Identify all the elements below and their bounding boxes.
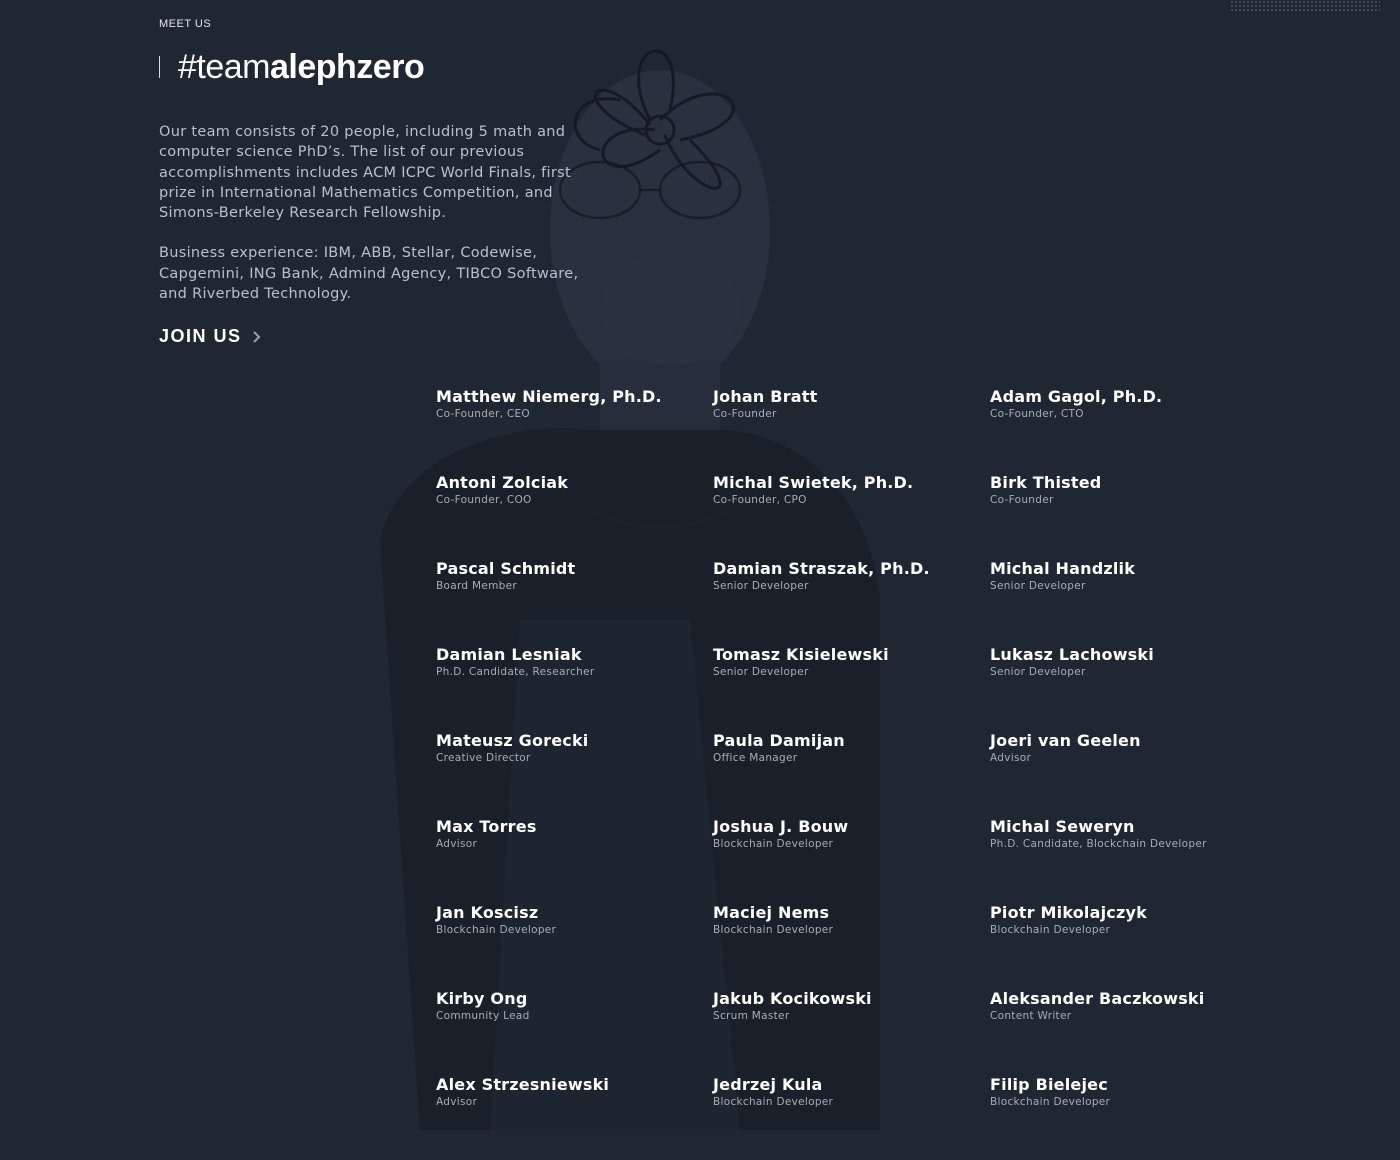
member-role: Senior Developer xyxy=(713,666,809,678)
title-light-part: #team xyxy=(178,48,271,86)
member-name: Aleksander Baczkowski xyxy=(990,989,1205,1008)
team-member: Alex Strzesniewski Advisor xyxy=(436,1074,713,1160)
member-name: Jan Koscisz xyxy=(436,903,539,922)
team-member: Maciej Nems Blockchain Developer xyxy=(713,902,990,988)
member-role: Office Manager xyxy=(713,752,798,764)
member-role: Community Lead xyxy=(436,1010,530,1022)
join-us-link[interactable]: JOIN US xyxy=(159,326,262,347)
member-name: Filip Bielejec xyxy=(990,1075,1108,1094)
member-name: Michal Seweryn xyxy=(990,817,1135,836)
member-name: Alex Strzesniewski xyxy=(436,1075,610,1094)
member-role: Co-Founder xyxy=(990,494,1054,506)
member-role: Co-Founder xyxy=(713,408,777,420)
member-name: Maciej Nems xyxy=(713,903,830,922)
team-member: Michal Seweryn Ph.D. Candidate, Blockchai… xyxy=(990,816,1267,902)
team-member: Birk Thisted Co-Founder xyxy=(990,472,1267,558)
team-member: Mateusz Gorecki Creative Director xyxy=(436,730,713,816)
member-role: Senior Developer xyxy=(713,580,809,592)
member-role: Co-Founder, COO xyxy=(436,494,532,506)
team-member: Damian Straszak, Ph.D. Senior Developer xyxy=(713,558,990,644)
member-name: Birk Thisted xyxy=(990,473,1102,492)
member-role: Co-Founder, CTO xyxy=(990,408,1084,420)
team-member: Jan Koscisz Blockchain Developer xyxy=(436,902,713,988)
member-role: Co-Founder, CEO xyxy=(436,408,530,420)
member-name: Michal Handzlik xyxy=(990,559,1136,578)
member-name: Michal Swietek, Ph.D. xyxy=(713,473,914,492)
team-member: Michal Swietek, Ph.D. Co-Founder, CPO xyxy=(713,472,990,558)
member-name: Matthew Niemerg, Ph.D. xyxy=(436,387,662,406)
member-name: Piotr Mikolajczyk xyxy=(990,903,1147,922)
member-name: Tomasz Kisielewski xyxy=(713,645,889,664)
member-role: Advisor xyxy=(436,838,478,850)
member-name: Joshua J. Bouw xyxy=(713,817,849,836)
member-role: Senior Developer xyxy=(990,580,1086,592)
team-member: Jakub Kocikowski Scrum Master xyxy=(713,988,990,1074)
member-name: Jakub Kocikowski xyxy=(713,989,872,1008)
member-role: Senior Developer xyxy=(990,666,1086,678)
member-role: Blockchain Developer xyxy=(990,924,1111,936)
member-name: Kirby Ong xyxy=(436,989,528,1008)
title-row: #teamalephzero xyxy=(159,50,599,84)
chevron-right-icon xyxy=(252,331,260,343)
member-role: Co-Founder, CPO xyxy=(713,494,807,506)
member-name: Joeri van Geelen xyxy=(990,731,1141,750)
business-experience: Business experience: IBM, ABB, Stellar, … xyxy=(159,245,579,303)
member-role: Blockchain Developer xyxy=(713,838,834,850)
team-member: Joeri van Geelen Advisor xyxy=(990,730,1267,816)
team-member: Filip Bielejec Blockchain Developer xyxy=(990,1074,1267,1160)
team-member: Damian Lesniak Ph.D. Candidate, Researche… xyxy=(436,644,713,730)
team-member: Johan Bratt Co-Founder xyxy=(713,386,990,472)
member-role: Scrum Master xyxy=(713,1010,790,1022)
member-name: Adam Gagol, Ph.D. xyxy=(990,387,1163,406)
team-member: Kirby Ong Community Lead xyxy=(436,988,713,1074)
join-us-label: JOIN US xyxy=(159,326,242,347)
background-dot-pattern xyxy=(1230,0,1380,12)
team-member: Pascal Schmidt Board Member xyxy=(436,558,713,644)
member-role: Ph.D. Candidate, Researcher xyxy=(436,666,595,678)
section-eyebrow: MEET US xyxy=(159,18,212,30)
member-role: Blockchain Developer xyxy=(713,1096,834,1108)
team-member: Michal Handzlik Senior Developer xyxy=(990,558,1267,644)
page-title: #teamalephzero xyxy=(178,48,425,86)
title-bold-part: alephzero xyxy=(270,48,425,86)
team-member: Adam Gagol, Ph.D. Co-Founder, CTO xyxy=(990,386,1267,472)
team-description: Our team consists of 20 people, includin… xyxy=(159,124,571,222)
member-name: Damian Lesniak xyxy=(436,645,582,664)
team-member: Tomasz Kisielewski Senior Developer xyxy=(713,644,990,730)
team-member: Aleksander Baczkowski Content Writer xyxy=(990,988,1267,1074)
member-name: Johan Bratt xyxy=(713,387,818,406)
team-member: Jedrzej Kula Blockchain Developer xyxy=(713,1074,990,1160)
member-role: Advisor xyxy=(436,1096,478,1108)
team-member: Lukasz Lachowski Senior Developer xyxy=(990,644,1267,730)
member-name: Lukasz Lachowski xyxy=(990,645,1154,664)
member-role: Blockchain Developer xyxy=(990,1096,1111,1108)
member-role: Blockchain Developer xyxy=(713,924,834,936)
team-member: Paula Damijan Office Manager xyxy=(713,730,990,816)
member-name: Pascal Schmidt xyxy=(436,559,576,578)
intro-section: MEET US #teamalephzero Our team consists… xyxy=(159,18,599,347)
member-role: Creative Director xyxy=(436,752,531,764)
team-member: Antoni Zolciak Co-Founder, COO xyxy=(436,472,713,558)
member-role: Advisor xyxy=(990,752,1032,764)
member-name: Damian Straszak, Ph.D. xyxy=(713,559,930,578)
member-role: Board Member xyxy=(436,580,517,592)
team-member: Piotr Mikolajczyk Blockchain Developer xyxy=(990,902,1267,988)
team-member: Joshua J. Bouw Blockchain Developer xyxy=(713,816,990,902)
title-divider xyxy=(159,56,160,78)
team-grid: Matthew Niemerg, Ph.D. Co-Founder, CEO Joh… xyxy=(436,386,1267,1160)
member-role: Content Writer xyxy=(990,1010,1072,1022)
member-name: Mateusz Gorecki xyxy=(436,731,589,750)
member-name: Antoni Zolciak xyxy=(436,473,569,492)
member-role: Blockchain Developer xyxy=(436,924,557,936)
member-name: Paula Damijan xyxy=(713,731,845,750)
team-member: Matthew Niemerg, Ph.D. Co-Founder, CEO xyxy=(436,386,713,472)
team-member: Max Torres Advisor xyxy=(436,816,713,902)
member-role: Ph.D. Candidate, Blockchain Developer xyxy=(990,838,1207,850)
member-name: Jedrzej Kula xyxy=(713,1075,823,1094)
member-name: Max Torres xyxy=(436,817,537,836)
